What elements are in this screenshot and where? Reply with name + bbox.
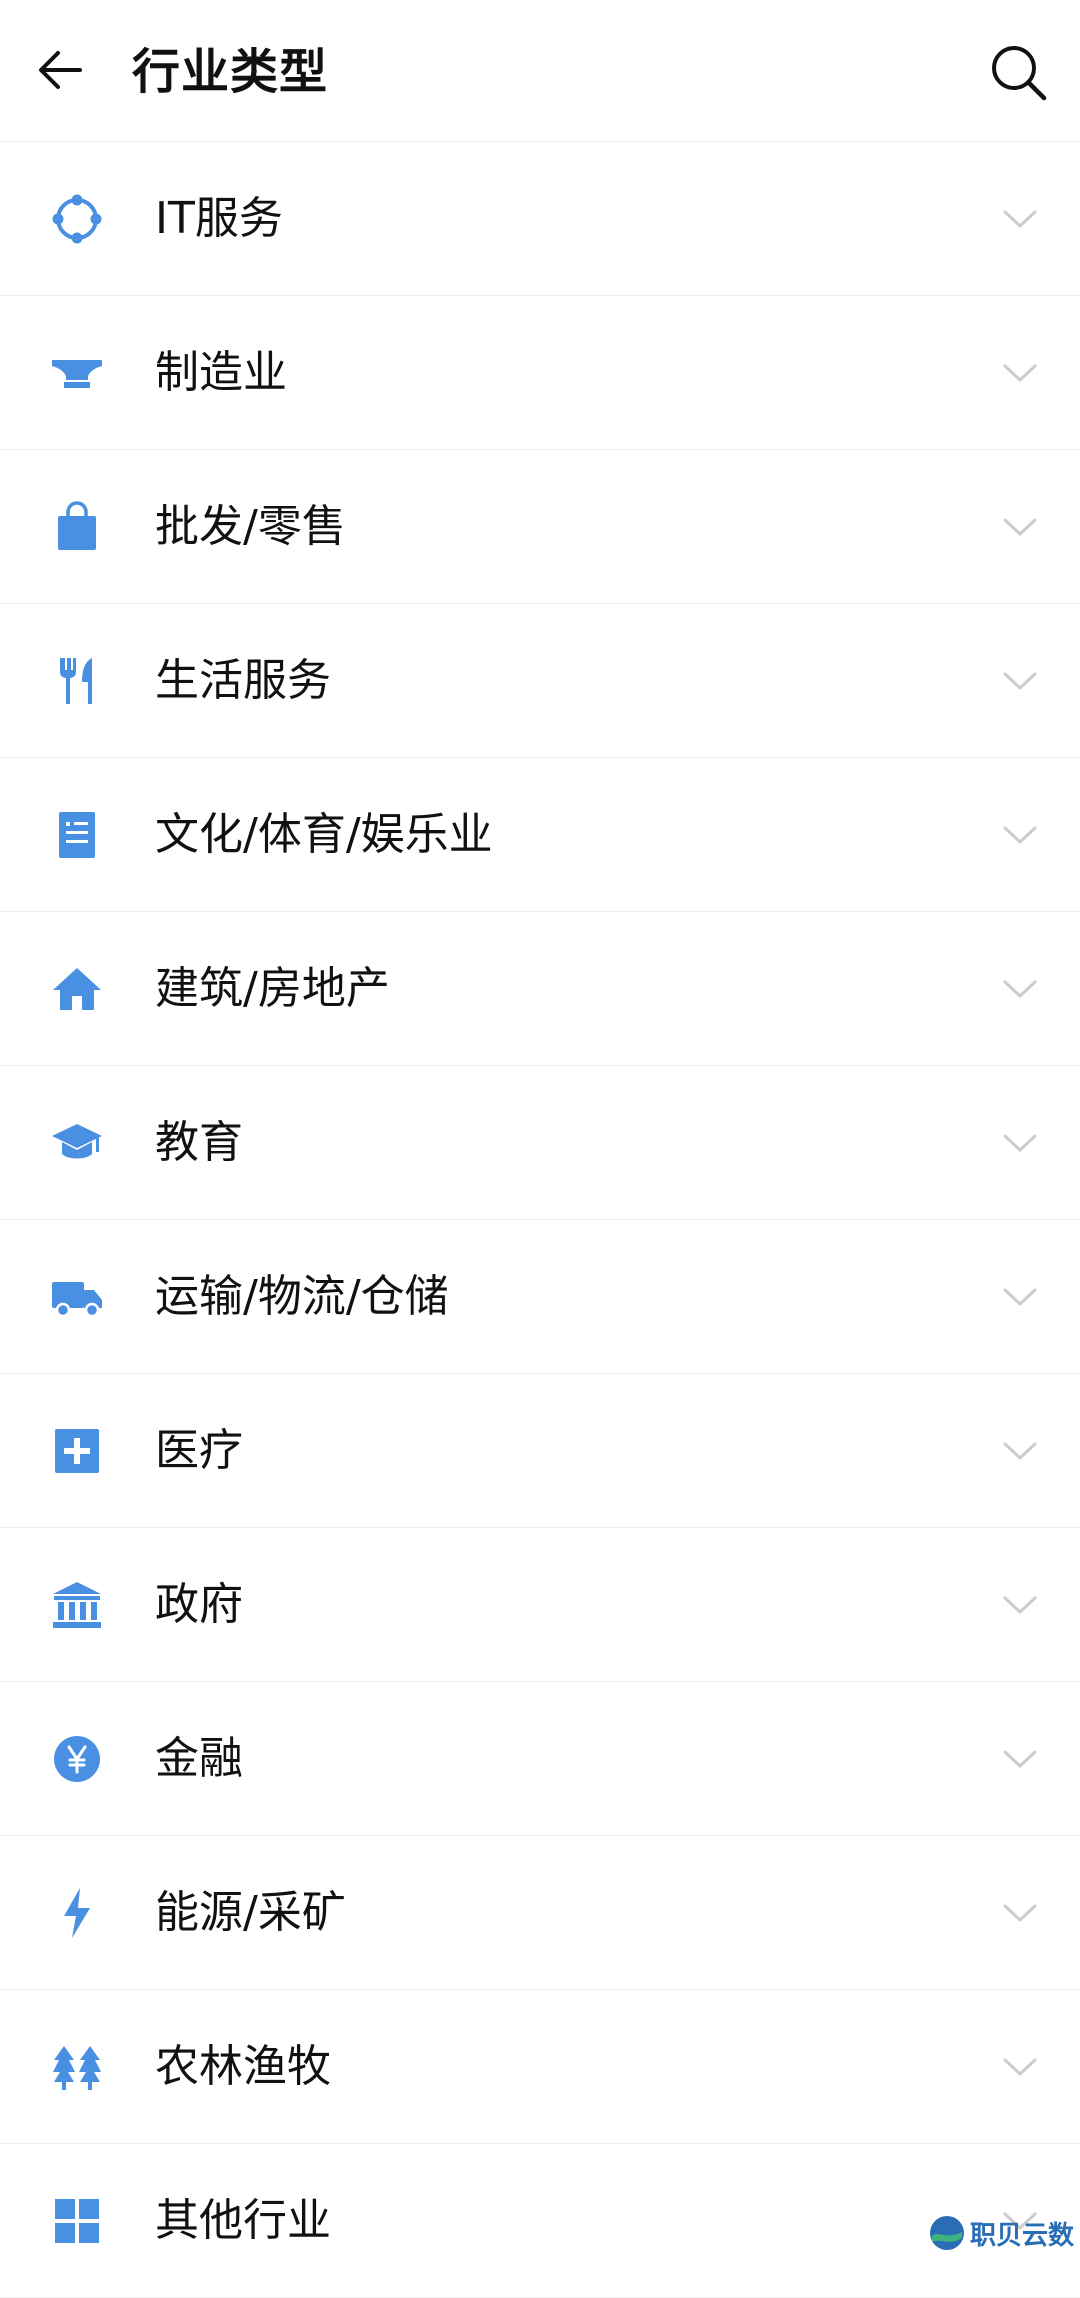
- document-icon: [50, 808, 104, 862]
- industry-label: 生活服务: [155, 654, 331, 706]
- industry-label: 制造业: [155, 346, 287, 398]
- industry-label: IT服务: [155, 192, 283, 244]
- chevron-down-icon: [1003, 518, 1037, 535]
- chevron-down-icon: [1003, 210, 1037, 227]
- top-bar: 行业类型: [0, 0, 1080, 142]
- anvil-icon: [50, 346, 104, 400]
- grid-icon: [50, 2194, 104, 2248]
- watermark-logo-icon: [929, 2216, 964, 2250]
- shopping-bag-icon: [50, 500, 104, 554]
- industry-row-transport-logistics[interactable]: 运输/物流/仓储: [0, 1220, 1080, 1374]
- industry-row-finance[interactable]: 金融: [0, 1682, 1080, 1836]
- truck-icon: [50, 1270, 104, 1324]
- watermark-text: 职贝云数: [969, 2220, 1074, 2251]
- chevron-down-icon: [1003, 1134, 1037, 1151]
- chevron-down-icon: [1003, 1596, 1037, 1613]
- medical-plus-icon: [50, 1424, 104, 1478]
- industry-row-culture-sports-entertainment[interactable]: 文化/体育/娱乐业: [0, 758, 1080, 912]
- industry-label: 教育: [155, 1116, 243, 1168]
- industry-label: 建筑/房地产: [155, 962, 390, 1014]
- fork-knife-icon: [50, 654, 104, 708]
- industry-row-life-services[interactable]: 生活服务: [0, 604, 1080, 758]
- industry-row-wholesale-retail[interactable]: 批发/零售: [0, 450, 1080, 604]
- house-icon: [50, 962, 104, 1016]
- watermark: 职贝云数: [928, 2212, 1074, 2254]
- chevron-down-icon: [1003, 364, 1037, 381]
- search-icon: [992, 46, 1047, 101]
- chevron-down-icon: [1003, 1904, 1037, 1921]
- industry-label: 文化/体育/娱乐业: [155, 808, 493, 860]
- graduation-cap-icon: [50, 1116, 104, 1170]
- industry-label: 运输/物流/仓储: [155, 1270, 449, 1322]
- chevron-down-icon: [1003, 1750, 1037, 1767]
- yen-coin-icon: [50, 1732, 104, 1786]
- industry-list: IT服务 制造业 批发/零售 生活服务 文化/体育/娱乐业 建筑/房地产 教育 …: [0, 142, 1080, 2298]
- chevron-down-icon: [1003, 2058, 1037, 2075]
- industry-label: 金融: [155, 1732, 243, 1784]
- trees-icon: [50, 2040, 104, 2094]
- chevron-down-icon: [1003, 826, 1037, 843]
- government-building-icon: [50, 1578, 104, 1632]
- industry-label: 政府: [155, 1578, 243, 1630]
- industry-label: 医疗: [155, 1424, 243, 1476]
- industry-label: 其他行业: [155, 2194, 331, 2246]
- chevron-down-icon: [1003, 1288, 1037, 1305]
- industry-label: 农林渔牧: [155, 2040, 331, 2092]
- industry-row-medical[interactable]: 医疗: [0, 1374, 1080, 1528]
- chevron-down-icon: [1003, 1442, 1037, 1459]
- industry-row-energy-mining[interactable]: 能源/采矿: [0, 1836, 1080, 1990]
- arrow-left-icon: [39, 51, 82, 89]
- industry-row-manufacturing[interactable]: 制造业: [0, 296, 1080, 450]
- chevron-down-icon: [1003, 672, 1037, 689]
- industry-row-government[interactable]: 政府: [0, 1528, 1080, 1682]
- industry-label: 批发/零售: [155, 500, 346, 552]
- page-title: 行业类型: [132, 44, 329, 100]
- industry-row-construction-real-estate[interactable]: 建筑/房地产: [0, 912, 1080, 1066]
- industry-row-other[interactable]: 其他行业: [0, 2144, 1080, 2298]
- industry-label: 能源/采矿: [155, 1886, 346, 1938]
- lightning-icon: [50, 1886, 104, 1940]
- chevron-down-icon: [1003, 980, 1037, 997]
- search-button[interactable]: [984, 38, 1054, 108]
- industry-row-education[interactable]: 教育: [0, 1066, 1080, 1220]
- industry-row-agriculture[interactable]: 农林渔牧: [0, 1990, 1080, 2144]
- industry-row-it-services[interactable]: IT服务: [0, 142, 1080, 296]
- back-button[interactable]: [28, 38, 92, 102]
- network-icon: [50, 192, 104, 246]
